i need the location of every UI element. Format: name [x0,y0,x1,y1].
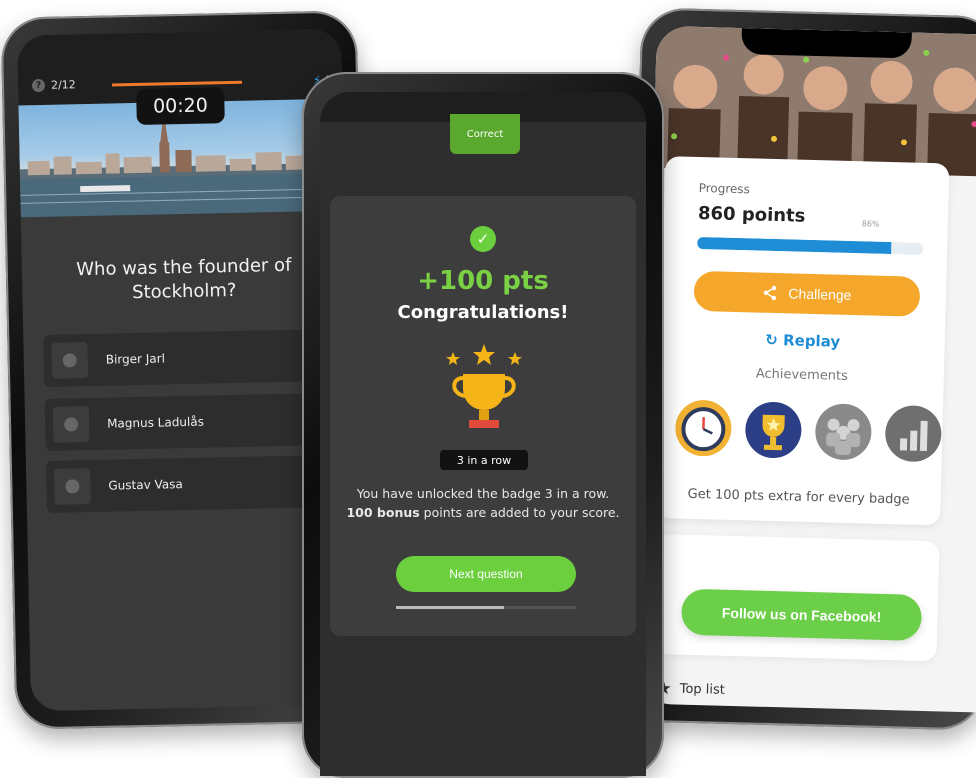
progress-label: Progress [699,181,751,196]
phone-profile: Progress 860 points 86% Challenge ↻ Repl… [623,7,976,730]
answer-radio-box [53,406,90,443]
progress-card: Progress 860 points 86% Challenge ↻ Repl… [656,156,949,525]
top-list-link[interactable]: ★ Top list [655,678,725,701]
next-question-button[interactable]: Next question [396,556,576,592]
result-screen: Correct ✓ +100 pts Congratulations! 3 in… [320,92,646,776]
notch [741,28,912,58]
replay-icon: ↻ [765,331,778,349]
checkmark-icon: ✓ [470,226,496,252]
answer-option[interactable]: Birger Jarl [43,329,344,387]
timer-progress-bar [112,81,242,87]
answer-label: Magnus Ladulås [107,415,204,431]
chart-badge-icon[interactable] [884,404,943,463]
unlock-message: You have unlocked the badge 3 in a row. … [330,484,636,522]
alarm-clock-badge-icon[interactable] [674,398,733,457]
step-progress-fill [396,606,504,609]
correct-tab: Correct [450,114,520,154]
timer: 00:20 [136,87,225,125]
share-icon [762,285,778,301]
trophy-icon [441,342,527,436]
points-earned: +100 pts [330,266,636,296]
group-badge-icon[interactable] [814,402,873,461]
trophy-badge-icon[interactable] [744,400,803,459]
badge-hint: Get 100 pts extra for every badge [656,486,940,508]
answer-radio-box [51,342,88,379]
radio-circle-icon [65,479,79,493]
top-list-label: Top list [680,682,726,698]
social-card: Follow us on Facebook! [652,534,939,661]
question-counter-text: 2/12 [51,78,76,92]
unlock-line: You have unlocked the badge 3 in a row. [330,484,636,503]
congratulations-heading: Congratulations! [330,302,636,323]
question-text: Who was the founder of Stockholm? [42,253,327,307]
replay-label: Replay [783,331,840,350]
question-counter: ? 2/12 [32,78,76,92]
profile-screen: Progress 860 points 86% Challenge ↻ Repl… [639,26,976,713]
answer-radio-box [54,468,91,505]
bonus-bold: 100 bonus [346,505,419,520]
achievements-title: Achievements [660,364,944,386]
result-modal: ✓ +100 pts Congratulations! 3 in a row Y… [330,196,636,636]
progress-bar-fill [697,237,892,254]
challenge-button[interactable]: Challenge [693,271,920,317]
phone-result: Correct ✓ +100 pts Congratulations! 3 in… [302,72,664,778]
progress-percent: 86% [862,219,880,228]
radio-circle-icon [63,353,77,367]
badge-name-label: 3 in a row [440,450,528,470]
answer-label: Birger Jarl [106,351,165,366]
answer-label: Gustav Vasa [108,477,183,493]
step-progress-bar [396,606,576,609]
bonus-line: 100 bonus points are added to your score… [330,503,636,522]
question-mark-icon: ? [32,79,45,92]
replay-link[interactable]: ↻ Replay [661,328,945,353]
bonus-rest: points are added to your score. [420,505,620,520]
points-total: 860 points [698,203,806,227]
follow-facebook-button[interactable]: Follow us on Facebook! [681,589,922,641]
answer-option[interactable]: Magnus Ladulås [45,393,346,451]
challenge-label: Challenge [788,285,851,303]
radio-circle-icon [64,417,78,431]
progress-bar [697,237,923,255]
